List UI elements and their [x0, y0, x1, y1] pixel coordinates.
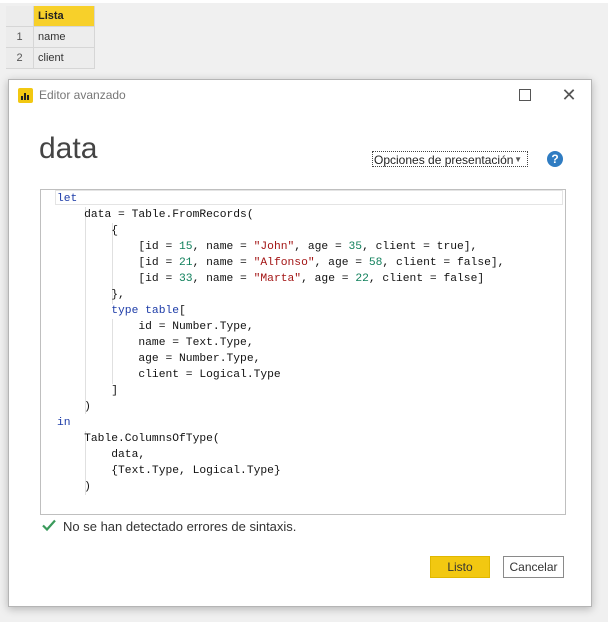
table-cell[interactable]: client: [34, 48, 95, 69]
view-options-label: Opciones de presentación: [374, 153, 514, 167]
query-name: data: [39, 132, 98, 165]
check-icon: [42, 519, 56, 532]
chevron-down-icon: ▼: [514, 155, 522, 164]
help-icon[interactable]: ?: [547, 151, 563, 167]
grid-corner: [6, 6, 34, 27]
code-editor[interactable]: let data = Table.FromRecords( { [id = 15…: [40, 189, 566, 515]
window-title: Editor avanzado: [39, 88, 126, 102]
done-button[interactable]: Listo: [430, 556, 490, 578]
view-options-dropdown[interactable]: Opciones de presentación ▼: [372, 151, 528, 167]
row-number[interactable]: 1: [6, 27, 34, 48]
code-text[interactable]: let data = Table.FromRecords( { [id = 15…: [57, 191, 504, 495]
column-header-lista[interactable]: Lista: [34, 6, 95, 27]
advanced-editor-dialog: Editor avanzado ✕ data Opciones de prese…: [8, 79, 592, 607]
power-bi-icon: [18, 88, 33, 103]
close-icon[interactable]: ✕: [558, 84, 580, 106]
syntax-status: No se han detectado errores de sintaxis.: [63, 519, 297, 534]
top-edge: [0, 0, 608, 3]
title-bar[interactable]: Editor avanzado ✕: [9, 80, 591, 110]
cancel-button[interactable]: Cancelar: [503, 556, 564, 578]
maximize-icon[interactable]: [519, 89, 531, 101]
row-number[interactable]: 2: [6, 48, 34, 69]
table-cell[interactable]: name: [34, 27, 95, 48]
